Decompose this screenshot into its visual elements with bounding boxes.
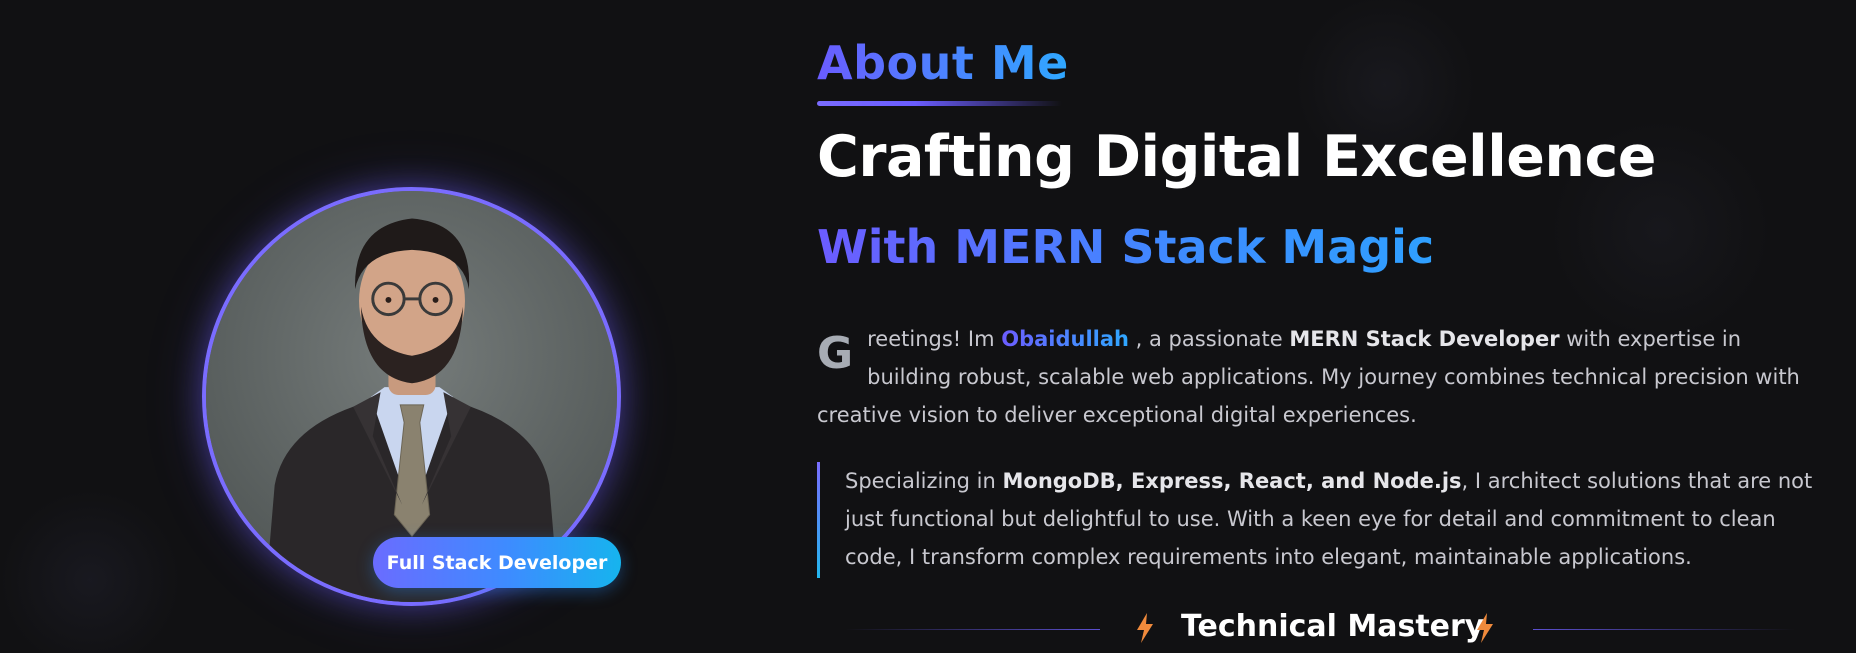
intro-text-1: reetings! Im — [867, 327, 1002, 351]
developer-role: MERN Stack Developer — [1289, 327, 1560, 351]
specialty-text-1: Specializing in — [845, 469, 1003, 493]
divider-left — [845, 629, 1100, 630]
intro-paragraph: Greetings! Im Obaidullah , a passionate … — [817, 320, 1817, 434]
lightning-bolt-icon — [1477, 613, 1493, 643]
divider-right — [1533, 629, 1795, 630]
section-title: About Me — [817, 36, 1069, 90]
intro-text-2: , a passionate — [1128, 327, 1290, 351]
page-subheadline: With MERN Stack Magic — [817, 220, 1435, 274]
developer-name: Obaidullah — [1001, 327, 1129, 351]
about-section: Full Stack Developer About Me Crafting D… — [0, 0, 1856, 653]
specialty-quote: Specializing in MongoDB, Express, React,… — [817, 462, 1817, 578]
lightning-bolt-icon — [1137, 613, 1153, 643]
page-headline: Crafting Digital Excellence — [817, 124, 1656, 190]
role-badge: Full Stack Developer — [373, 537, 621, 588]
dropcap-letter: G — [817, 328, 854, 379]
tech-stack: MongoDB, Express, React, and Node.js — [1002, 469, 1462, 493]
title-underline — [817, 101, 1062, 106]
technical-mastery-heading: Technical Mastery — [845, 607, 1795, 653]
technical-mastery-title: Technical Mastery — [1181, 609, 1485, 644]
